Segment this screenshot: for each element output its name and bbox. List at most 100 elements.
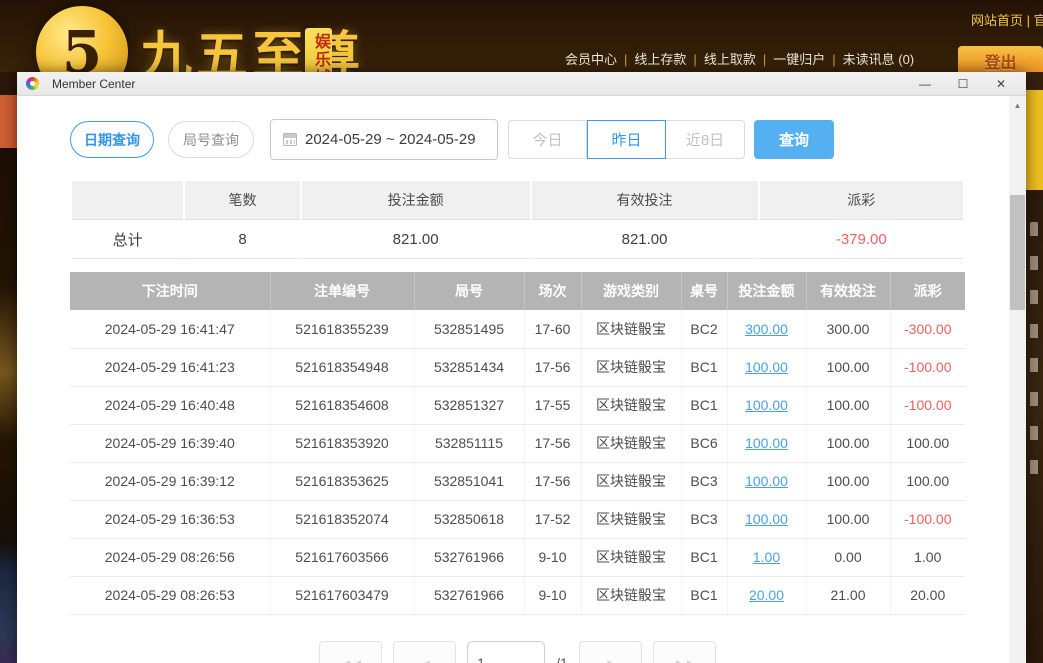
cell-session: 17-60 — [524, 310, 581, 348]
window-titlebar[interactable]: Member Center — ☐ ✕ — [17, 72, 1026, 96]
cell-table-no: BC3 — [681, 500, 727, 538]
summary-header-valid-bet: 有效投注 — [532, 181, 758, 220]
cell-valid-bet: 100.00 — [806, 462, 890, 500]
cell-round-id: 532851041 — [414, 462, 524, 500]
minimize-icon[interactable]: — — [906, 72, 944, 96]
cell-bet-amount-link[interactable]: 100.00 — [727, 462, 806, 500]
bet-table-header-row: 下注时间 注单编号 局号 场次 游戏类别 桌号 投注金额 有效投注 派彩 — [70, 272, 965, 310]
quick-today-button[interactable]: 今日 — [508, 120, 587, 159]
window-content: 日期查询 局号查询 2024-05-29 ~ 2024-05-29 今日 昨日 … — [17, 96, 1026, 663]
cell-table-no: BC1 — [681, 538, 727, 576]
cell-payout: 1.00 — [890, 538, 965, 576]
cell-bet-amount-link[interactable]: 100.00 — [727, 386, 806, 424]
nav-member-center[interactable]: 会员中心 — [565, 52, 617, 67]
header-valid-bet: 有效投注 — [806, 272, 890, 310]
background-left-strip — [0, 72, 17, 663]
cell-round-id: 532851115 — [414, 424, 524, 462]
cell-payout: 100.00 — [890, 462, 965, 500]
nav-deposit[interactable]: 线上存款 — [634, 52, 686, 67]
cell-valid-bet: 100.00 — [806, 500, 890, 538]
cell-bet-time: 2024-05-29 16:40:48 — [70, 386, 270, 424]
cell-bet-id: 521618352074 — [270, 500, 414, 538]
cell-session: 9-10 — [524, 538, 581, 576]
summary-table: 笔数 投注金额 有效投注 派彩 总计 8 821.00 821.00 -379.… — [70, 181, 965, 259]
date-range-input[interactable]: 2024-05-29 ~ 2024-05-29 — [270, 119, 498, 160]
cell-valid-bet: 300.00 — [806, 310, 890, 348]
cell-table-no: BC2 — [681, 310, 727, 348]
top-links[interactable]: 网站首页 | 官 — [971, 10, 1043, 29]
tab-date-query[interactable]: 日期查询 — [70, 121, 154, 158]
cell-bet-amount-link[interactable]: 100.00 — [727, 500, 806, 538]
next-page-icon[interactable]: ► — [579, 641, 642, 663]
cell-session: 17-56 — [524, 462, 581, 500]
cell-bet-id: 521617603479 — [270, 576, 414, 614]
scrollbar-thumb[interactable] — [1010, 195, 1025, 310]
close-icon[interactable]: ✕ — [982, 72, 1020, 96]
cell-bet-id: 521618354608 — [270, 386, 414, 424]
cell-table-no: BC3 — [681, 462, 727, 500]
screen: 5 九五至尊 娱乐城 网站首页 | 官 会员中心|线上存款|线上取款|一键归户|… — [0, 0, 1043, 663]
cell-bet-id: 521618355239 — [270, 310, 414, 348]
cell-table-no: BC6 — [681, 424, 727, 462]
quick-8days-button[interactable]: 近8日 — [666, 120, 745, 159]
summary-count-value: 8 — [185, 220, 299, 259]
vertical-scrollbar[interactable]: ▲ — [1009, 96, 1026, 663]
nav-separator: | — [763, 52, 766, 67]
quick-range-group: 今日 昨日 近8日 — [508, 120, 745, 159]
cell-bet-id: 521618353920 — [270, 424, 414, 462]
maximize-icon[interactable]: ☐ — [944, 72, 982, 96]
cell-bet-amount-link[interactable]: 100.00 — [727, 348, 806, 386]
cell-bet-amount-link[interactable]: 300.00 — [727, 310, 806, 348]
cell-valid-bet: 100.00 — [806, 424, 890, 462]
date-range-value: 2024-05-29 ~ 2024-05-29 — [305, 131, 476, 148]
header-bet-amount: 投注金额 — [727, 272, 806, 310]
cell-session: 17-55 — [524, 386, 581, 424]
nav-one-key[interactable]: 一键归户 — [773, 52, 825, 67]
window-title: Member Center — [52, 77, 135, 91]
nav-separator: | — [624, 52, 627, 67]
bet-records-table: 下注时间 注单编号 局号 场次 游戏类别 桌号 投注金额 有效投注 派彩 202… — [70, 272, 965, 615]
cell-bet-id: 521618354948 — [270, 348, 414, 386]
search-button[interactable]: 查询 — [754, 120, 834, 159]
header-session: 场次 — [524, 272, 581, 310]
cell-table-no: BC1 — [681, 386, 727, 424]
header-round-id: 局号 — [414, 272, 524, 310]
summary-bet-amount-value: 821.00 — [302, 220, 530, 259]
cell-session: 17-52 — [524, 500, 581, 538]
quick-yesterday-button[interactable]: 昨日 — [587, 120, 666, 159]
cell-bet-amount-link[interactable]: 100.00 — [727, 424, 806, 462]
cell-bet-time: 2024-05-29 16:41:23 — [70, 348, 270, 386]
summary-header-row: 笔数 投注金额 有效投注 派彩 — [72, 181, 963, 220]
cell-session: 9-10 — [524, 576, 581, 614]
nav-unread-messages[interactable]: 未读讯息 (0) — [843, 52, 915, 67]
header-bet-id: 注单编号 — [270, 272, 414, 310]
cell-payout: -300.00 — [890, 310, 965, 348]
first-page-icon[interactable]: ◄◄ — [319, 641, 382, 663]
cell-game-type: 区块链骰宝 — [581, 424, 681, 462]
last-page-icon[interactable]: ►► — [653, 641, 716, 663]
table-row: 2024-05-29 08:26:56 521617603566 5327619… — [70, 538, 965, 576]
cell-round-id: 532851327 — [414, 386, 524, 424]
nav-withdraw[interactable]: 线上取款 — [704, 52, 756, 67]
cell-table-no: BC1 — [681, 576, 727, 614]
header-bet-time: 下注时间 — [70, 272, 270, 310]
prev-page-icon[interactable]: ◄ — [393, 641, 456, 663]
page-total: /1 — [556, 641, 568, 663]
scroll-up-icon[interactable]: ▲ — [1009, 98, 1026, 113]
cell-bet-amount-link[interactable]: 20.00 — [727, 576, 806, 614]
summary-total-row: 总计 8 821.00 821.00 -379.00 — [72, 220, 963, 259]
chevron-down-icon: ⌄ — [527, 658, 535, 663]
cell-bet-time: 2024-05-29 16:39:12 — [70, 462, 270, 500]
tab-round-query[interactable]: 局号查询 — [168, 121, 254, 158]
summary-header-bet-amount: 投注金额 — [302, 181, 530, 220]
cell-bet-amount-link[interactable]: 1.00 — [727, 538, 806, 576]
cell-valid-bet: 21.00 — [806, 576, 890, 614]
cell-bet-time: 2024-05-29 16:36:53 — [70, 500, 270, 538]
cell-valid-bet: 100.00 — [806, 348, 890, 386]
window-controls: — ☐ ✕ — [906, 72, 1020, 96]
table-row: 2024-05-29 16:40:48 521618354608 5328513… — [70, 386, 965, 424]
table-row: 2024-05-29 16:39:40 521618353920 5328511… — [70, 424, 965, 462]
bet-table-body: 2024-05-29 16:41:47 521618355239 5328514… — [70, 310, 965, 614]
page-select[interactable]: 1 ⌄ — [467, 641, 545, 663]
header-payout: 派彩 — [890, 272, 965, 310]
